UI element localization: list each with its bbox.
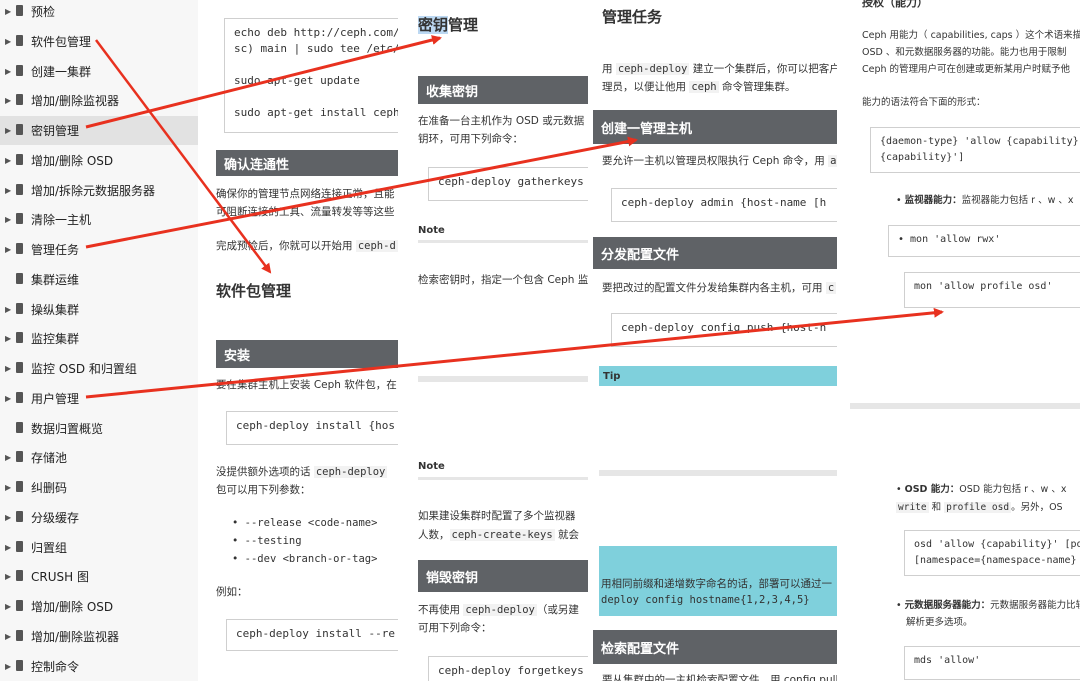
arrow-pkg-to-title [95,39,272,274]
arrow-user-to-panel [85,307,944,399]
arrow-key-to-panel [85,35,442,129]
arrow-admin-to-panel [85,136,638,249]
annotation-arrows [85,35,944,399]
